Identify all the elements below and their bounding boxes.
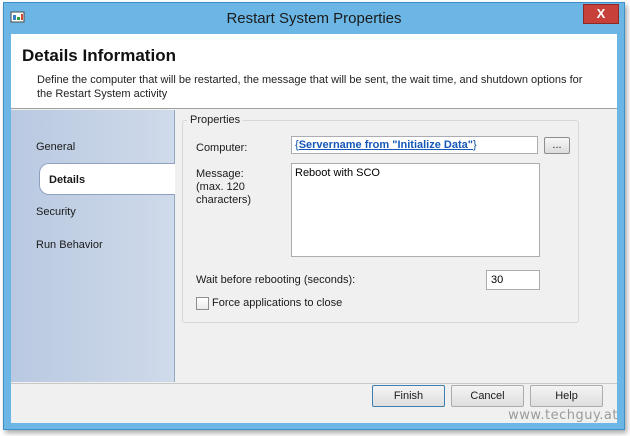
- message-label: Message:: [196, 168, 244, 180]
- computer-value-link[interactable]: Servername from "Initialize Data": [299, 139, 473, 151]
- computer-field[interactable]: {Servername from "Initialize Data"}: [291, 136, 538, 154]
- force-close-label[interactable]: Force applications to close: [212, 297, 342, 309]
- wait-label: Wait before rebooting (seconds):: [196, 274, 356, 286]
- sidebar-item-general[interactable]: General: [36, 131, 75, 163]
- dialog-client: Details Information Define the computer …: [11, 34, 617, 423]
- header-panel: Details Information Define the computer …: [11, 34, 617, 109]
- watermark-text: www.techguy.at: [508, 408, 618, 423]
- sidebar-item-run-behavior[interactable]: Run Behavior: [36, 229, 103, 261]
- browse-computer-button[interactable]: ...: [544, 137, 570, 154]
- dialog-window: Restart System Properties X Details Info…: [3, 2, 625, 430]
- force-close-checkbox[interactable]: [196, 297, 209, 310]
- page-description: Define the computer that will be restart…: [37, 74, 583, 100]
- message-hint-line-2: characters): [196, 194, 252, 206]
- page-title: Details Information: [22, 46, 176, 65]
- message-textarea[interactable]: Reboot with SCO: [291, 163, 540, 257]
- close-button[interactable]: X: [583, 4, 619, 24]
- wait-seconds-input[interactable]: [486, 270, 540, 290]
- window-title: Restart System Properties: [226, 10, 402, 27]
- message-hint-line-1: (max. 120: [196, 181, 245, 193]
- sidebar-item-details[interactable]: Details: [39, 163, 175, 195]
- computer-value-close-brace: }: [472, 139, 477, 151]
- finish-button[interactable]: Finish: [372, 385, 445, 407]
- help-button[interactable]: Help: [530, 385, 603, 407]
- properties-group-label: Properties: [187, 114, 244, 126]
- close-icon: X: [596, 6, 606, 21]
- cancel-button[interactable]: Cancel: [451, 385, 524, 407]
- title-bar[interactable]: Restart System Properties X: [4, 3, 624, 33]
- computer-label: Computer:: [196, 142, 248, 154]
- sidebar-item-security[interactable]: Security: [36, 196, 76, 228]
